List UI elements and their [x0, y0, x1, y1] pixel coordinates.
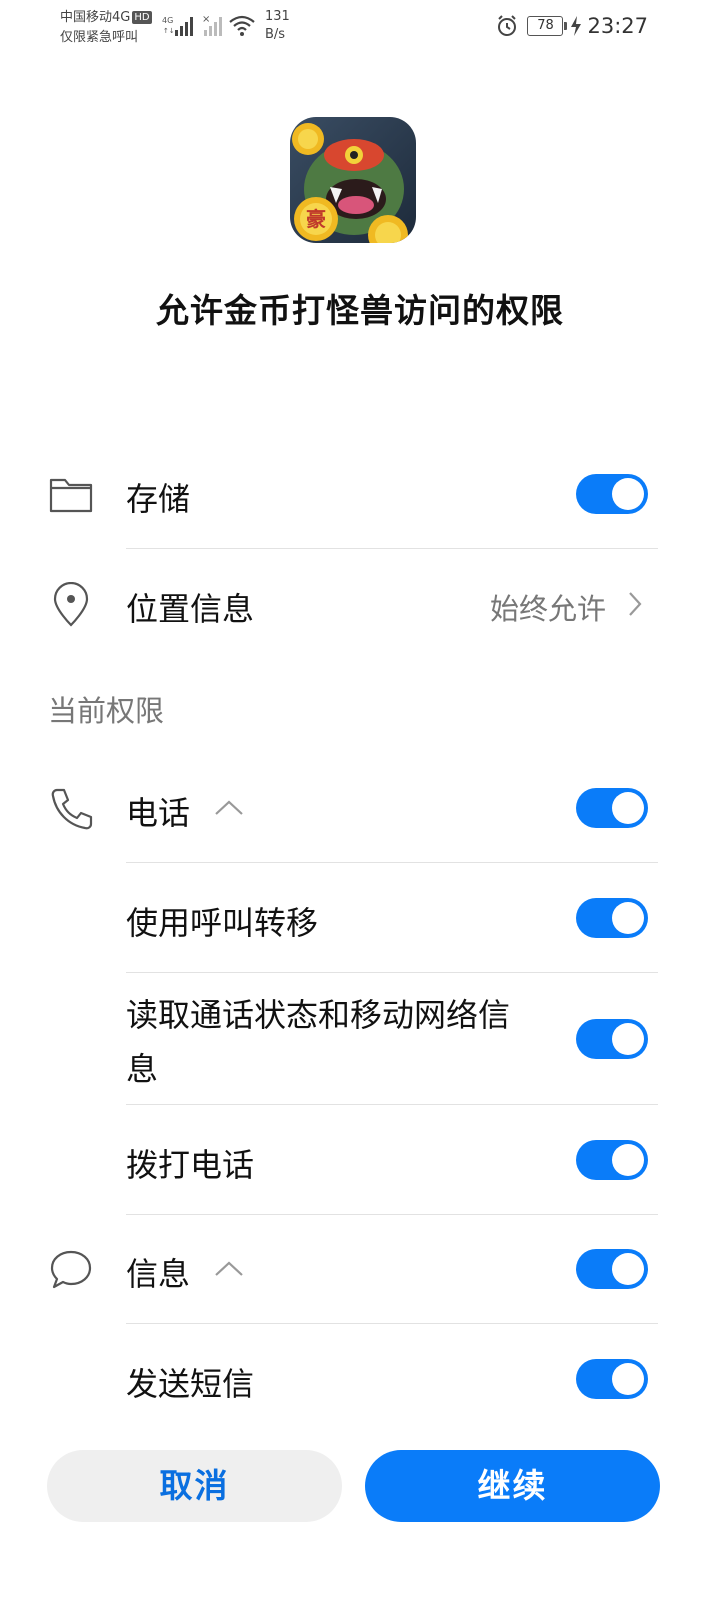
app-icon-badge: 豪: [306, 207, 326, 231]
chevron-up-icon[interactable]: [214, 799, 244, 817]
continue-button[interactable]: 继续: [365, 1450, 660, 1522]
emergency-only-text: 仅限紧急呼叫: [60, 30, 139, 45]
storage-label: 存储: [126, 480, 191, 518]
app-icon: 豪: [290, 117, 416, 243]
read-phone-state-toggle[interactable]: [576, 1019, 648, 1059]
carrier-info: 中国移动4G HD 仅限紧急呼叫: [60, 8, 152, 48]
message-bubble-icon: [50, 1250, 92, 1289]
phone-group-label: 电话: [126, 794, 191, 832]
sms-group-toggle[interactable]: [576, 1249, 648, 1289]
sms-group-label: 信息: [126, 1255, 191, 1293]
net-speed: 131 B/s: [265, 8, 290, 44]
divider: [126, 1104, 658, 1105]
page-title: 允许金币打怪兽访问的权限: [156, 291, 564, 330]
read-phone-state-label: 读取通话状态和移动网络信息: [126, 996, 511, 1088]
hd-badge: HD: [132, 11, 152, 24]
phone-group-toggle[interactable]: [576, 788, 648, 828]
storage-toggle[interactable]: [576, 474, 648, 514]
phone-icon: [51, 788, 93, 830]
divider: [126, 972, 658, 973]
net-speed-unit: B/s: [265, 27, 286, 42]
chevron-up-icon[interactable]: [214, 1260, 244, 1278]
status-bar: 中国移动4G HD 仅限紧急呼叫 4G ↑↓ × 131 B/s 78 23:27: [0, 0, 720, 52]
current-permissions-section-label: 当前权限: [48, 694, 165, 728]
make-calls-label: 拨打电话: [126, 1146, 255, 1184]
status-right: 78 23:27: [495, 10, 648, 42]
battery-icon: 78: [527, 16, 568, 36]
call-forwarding-label: 使用呼叫转移: [126, 904, 319, 942]
send-sms-label: 发送短信: [126, 1365, 255, 1403]
signal-icon: 4G ↑↓ ×: [162, 14, 255, 36]
location-value[interactable]: 始终允许: [490, 586, 606, 628]
divider: [126, 548, 658, 549]
net-speed-value: 131: [265, 9, 290, 24]
svg-text:↑↓: ↑↓: [163, 27, 175, 35]
folder-icon: [49, 478, 93, 513]
carrier-name: 中国移动4G: [60, 10, 131, 25]
cancel-button[interactable]: 取消: [47, 1450, 342, 1522]
chevron-right-icon[interactable]: [627, 590, 643, 618]
location-label: 位置信息: [126, 590, 255, 628]
make-calls-toggle[interactable]: [576, 1140, 648, 1180]
call-forwarding-toggle[interactable]: [576, 898, 648, 938]
net-type-label: 4G: [162, 16, 173, 25]
location-pin-icon: [53, 582, 89, 627]
clock: 23:27: [587, 14, 648, 38]
alarm-icon: [498, 15, 517, 36]
divider: [126, 862, 658, 863]
svg-text:×: ×: [202, 14, 210, 25]
divider: [126, 1214, 658, 1215]
send-sms-toggle[interactable]: [576, 1359, 648, 1399]
charging-icon: [571, 16, 582, 36]
divider: [126, 1323, 658, 1324]
